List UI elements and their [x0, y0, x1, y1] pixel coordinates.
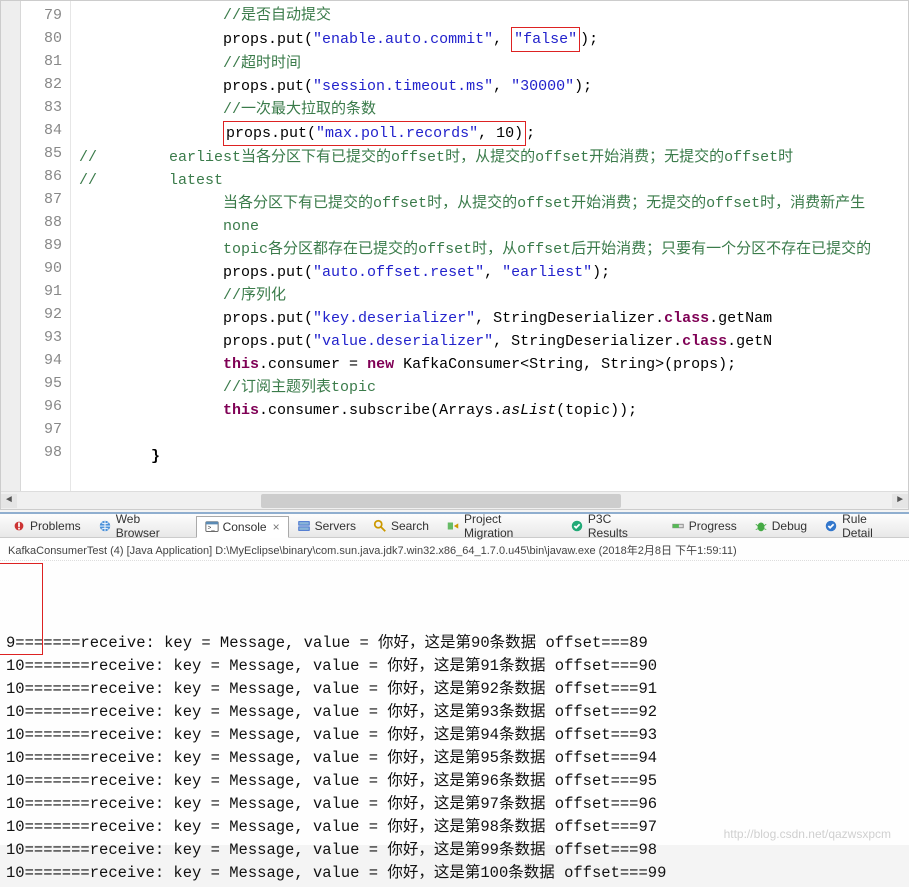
code-line[interactable]: // latest: [79, 169, 908, 192]
console-line: 10=======receive: key = Message, value =…: [6, 770, 903, 793]
tab-servers[interactable]: Servers: [289, 516, 365, 536]
tab-label: Progress: [689, 519, 737, 533]
tab-label: Servers: [315, 519, 356, 533]
code-line[interactable]: }: [79, 445, 908, 468]
code-line[interactable]: props.put("auto.offset.reset", "earliest…: [79, 261, 908, 284]
console-line: 10=======receive: key = Message, value =…: [6, 724, 903, 747]
server-icon: [297, 519, 311, 533]
bottom-panel: Problems Web Browser >_ Console × Server…: [0, 512, 909, 845]
code-line[interactable]: props.put("key.deserializer", StringDese…: [79, 307, 908, 330]
globe-icon: [98, 519, 112, 533]
tab-debug[interactable]: Debug: [746, 516, 816, 536]
console-line: 10=======receive: key = Message, value =…: [6, 747, 903, 770]
code-line[interactable]: //是否自动提交: [79, 4, 908, 27]
launch-info: KafkaConsumerTest (4) [Java Application]…: [0, 538, 909, 561]
console-line: 10=======receive: key = Message, value =…: [6, 816, 903, 839]
code-line[interactable]: //超时时间: [79, 52, 908, 75]
tab-rule-detail[interactable]: Rule Detail: [816, 509, 909, 543]
code-area[interactable]: //是否自动提交 props.put("enable.auto.commit",…: [71, 1, 908, 491]
code-line[interactable]: //订阅主题列表topic: [79, 376, 908, 399]
tab-search[interactable]: Search: [365, 516, 438, 536]
code-line[interactable]: this.consumer.subscribe(Arrays.asList(to…: [79, 399, 908, 422]
migration-icon: [446, 519, 460, 533]
search-icon: [373, 519, 387, 533]
scroll-right-arrow[interactable]: ►: [892, 494, 908, 508]
tab-label: P3C Results: [588, 512, 654, 540]
code-line[interactable]: topic各分区都存在已提交的offset时，从offset后开始消费；只要有一…: [79, 238, 908, 261]
close-icon[interactable]: ×: [273, 520, 280, 534]
code-line[interactable]: props.put("max.poll.records", 10);: [79, 121, 908, 146]
console-output[interactable]: 9=======receive: key = Message, value = …: [0, 561, 909, 887]
code-line[interactable]: props.put("enable.auto.commit", "false")…: [79, 27, 908, 52]
problems-icon: [12, 519, 26, 533]
code-line[interactable]: this.consumer = new KafkaConsumer<String…: [79, 353, 908, 376]
line-gutter: 7980818283848586878889909192939495969798: [21, 1, 71, 491]
tab-webbrowser[interactable]: Web Browser: [90, 509, 196, 543]
tab-label: Rule Detail: [842, 512, 900, 540]
console-icon: >_: [205, 520, 219, 534]
console-line: 10=======receive: key = Message, value =…: [6, 839, 903, 862]
tab-label: Debug: [772, 519, 807, 533]
code-line[interactable]: none: [79, 215, 908, 238]
tab-label: Project Migration: [464, 512, 553, 540]
console-line: 10=======receive: key = Message, value =…: [6, 793, 903, 816]
progress-icon: [671, 519, 685, 533]
tab-label: Search: [391, 519, 429, 533]
views-tabstrip: Problems Web Browser >_ Console × Server…: [0, 514, 909, 538]
tab-problems[interactable]: Problems: [4, 516, 90, 536]
console-line: 10=======receive: key = Message, value =…: [6, 655, 903, 678]
code-editor[interactable]: 7980818283848586878889909192939495969798…: [0, 0, 909, 510]
code-line[interactable]: props.put("value.deserializer", StringDe…: [79, 330, 908, 353]
console-line: 9=======receive: key = Message, value = …: [6, 632, 903, 655]
console-line: 10=======receive: key = Message, value =…: [6, 701, 903, 724]
vertical-ruler: [1, 1, 21, 491]
p3c-icon: [570, 519, 584, 533]
console-line: 10=======receive: key = Message, value =…: [6, 862, 903, 885]
code-line[interactable]: 当各分区下有已提交的offset时，从提交的offset开始消费；无提交的off…: [79, 192, 908, 215]
console-line: 10=======receive: key = Message, value =…: [6, 678, 903, 701]
svg-text:>_: >_: [207, 524, 215, 531]
rule-icon: [824, 519, 838, 533]
scroll-left-arrow[interactable]: ◄: [1, 494, 17, 508]
highlight-box: [0, 563, 43, 655]
tab-label: Console: [223, 520, 267, 534]
code-line[interactable]: // earliest当各分区下有已提交的offset时，从提交的offset开…: [79, 146, 908, 169]
tab-console[interactable]: >_ Console ×: [196, 516, 289, 538]
tab-p3c[interactable]: P3C Results: [562, 509, 663, 543]
code-line[interactable]: //一次最大拉取的条数: [79, 98, 908, 121]
tab-label: Problems: [30, 519, 81, 533]
tab-label: Web Browser: [116, 512, 187, 540]
code-line[interactable]: //序列化: [79, 284, 908, 307]
code-line[interactable]: [79, 422, 908, 445]
horizontal-scrollbar[interactable]: ◄ ►: [1, 491, 908, 509]
scroll-thumb[interactable]: [261, 494, 621, 508]
bug-icon: [754, 519, 768, 533]
editor-body: 7980818283848586878889909192939495969798…: [1, 1, 908, 491]
tab-project-migration[interactable]: Project Migration: [438, 509, 562, 543]
tab-progress[interactable]: Progress: [663, 516, 746, 536]
code-line[interactable]: props.put("session.timeout.ms", "30000")…: [79, 75, 908, 98]
